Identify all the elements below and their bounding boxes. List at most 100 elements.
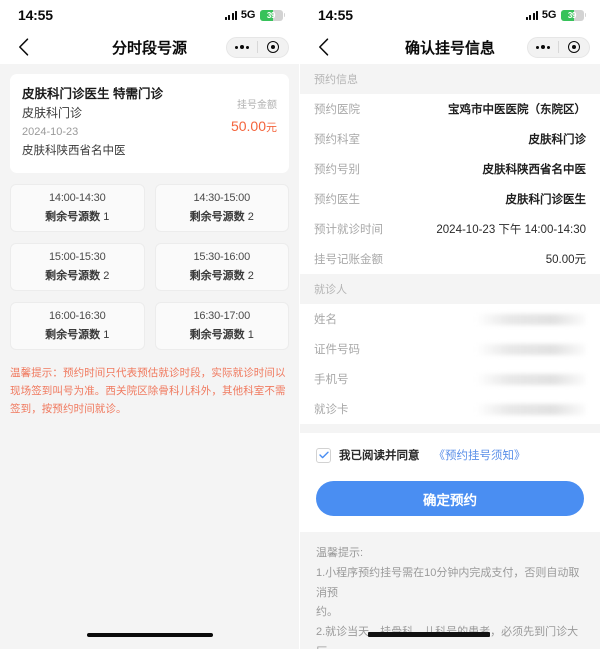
status-clock: 14:55 (318, 7, 353, 23)
info-row: 预约医院 宝鸡市中医医院（东院区） (314, 94, 586, 124)
slot-remaining-label: 剩余号源数 (189, 269, 245, 282)
info-row: 挂号记账金额 50.00元 (314, 244, 586, 274)
info-row-value: 50.00元 (545, 254, 586, 266)
home-indicator-bar (86, 633, 213, 637)
time-slot-grid: 14:00-14:30 剩余号源数 1 14:30-15:00 剩余号源数 2 … (10, 183, 289, 350)
target-circle-icon[interactable] (258, 41, 288, 53)
info-row-label: 预约号别 (314, 164, 360, 176)
battery-percent-label: 39 (567, 10, 577, 20)
status-bar-right: 14:55 5G 39 (300, 0, 600, 30)
fee-block: 挂号金额 50.00元 (199, 85, 277, 161)
bottom-tips-block: 温馨提示: 1.小程序预约挂号需在10分钟内完成支付，否则自动取消预 约。 2.… (300, 532, 600, 649)
home-indicator-area (0, 621, 299, 649)
info-row-label: 预约医生 (314, 194, 360, 206)
patient-row-label: 手机号 (314, 374, 349, 386)
info-row-value: 皮肤科陕西省名中医 (482, 164, 587, 176)
dual-screenshot-container: 14:55 5G 39 分时段号源 皮肤科门诊医生 特需门诊 皮肤科门诊 202… (0, 0, 600, 649)
patient-info-list: 姓名 证件号码 手机号 就诊卡 (300, 304, 600, 424)
patient-row-value (476, 403, 586, 415)
more-dots-icon[interactable] (227, 45, 257, 49)
time-slot-item[interactable]: 15:30-16:00 剩余号源数 2 (154, 242, 289, 291)
network-type-label: 5G (240, 9, 256, 21)
time-slot-item[interactable]: 14:00-14:30 剩余号源数 1 (10, 183, 145, 232)
back-button[interactable] (10, 34, 36, 60)
info-row-label: 预约科室 (314, 134, 360, 146)
appointment-info-list: 预约医院 宝鸡市中医医院（东院区） 预约科室 皮肤科门诊 预约号别 皮肤科陕西省… (300, 94, 600, 274)
agreement-block: 我已阅读并同意 《预约挂号须知》 (300, 433, 600, 469)
redaction-bar (368, 632, 490, 638)
status-indicators: 5G 39 (526, 9, 586, 21)
slot-time-range: 16:30-17:00 (193, 309, 251, 322)
department-name: 皮肤科门诊 (22, 106, 83, 121)
miniprogram-capsule (527, 36, 590, 58)
tips-line-2: 2.就诊当天，挂骨科、儿科号的患者，必须先到门诊大厅 (316, 623, 584, 649)
info-row-value: 皮肤科门诊医生 (505, 194, 587, 206)
appointment-date: 2024-10-23 (22, 125, 79, 138)
slot-remaining-count: 1 (103, 210, 110, 223)
info-row-value: 宝鸡市中医医院（东院区） (448, 104, 586, 116)
slot-remaining-count: 2 (103, 269, 110, 282)
info-row-label: 预计就诊时间 (314, 224, 383, 236)
slot-remaining: 剩余号源数 2 (190, 208, 254, 224)
tips-line-2-text: 2.就诊当天，挂骨科、儿科号的患者，必须先到门诊大厅 (316, 626, 578, 649)
patient-row-label: 证件号码 (314, 344, 360, 356)
info-row: 预约科室 皮肤科门诊 (314, 124, 586, 154)
signal-bars-icon (526, 10, 538, 20)
battery-icon: 39 (259, 9, 285, 21)
patient-row-label: 姓名 (314, 314, 337, 326)
info-row-label: 挂号记账金额 (314, 254, 383, 266)
section-gap (300, 424, 600, 433)
signal-bars-icon (225, 10, 237, 20)
slot-remaining: 剩余号源数 1 (45, 208, 109, 224)
agreement-text: 我已阅读并同意 (339, 450, 420, 462)
right-phone-screen: 14:55 5G 39 确认挂号信息 预约信息 预约医院 宝鸡市中医医院（东院区… (300, 0, 600, 649)
info-row-label: 预约医院 (314, 104, 360, 116)
patient-row[interactable]: 证件号码 (314, 334, 586, 364)
slot-remaining-label: 剩余号源数 (45, 328, 101, 341)
patient-row[interactable]: 就诊卡 (314, 394, 586, 424)
patient-row[interactable]: 姓名 (314, 304, 586, 334)
tips-line-1-cont: 约。 (316, 606, 338, 619)
slot-remaining: 剩余号源数 2 (190, 267, 254, 283)
miniprogram-capsule (226, 36, 289, 58)
agreement-checkbox[interactable] (316, 447, 331, 463)
battery-percent-label: 39 (266, 10, 276, 20)
slot-remaining-count: 1 (103, 328, 110, 341)
patient-row-value (476, 343, 586, 355)
slot-time-range: 16:00-16:30 (48, 309, 106, 322)
slot-time-range: 15:00-15:30 (48, 250, 106, 263)
time-slot-item[interactable]: 15:00-15:30 剩余号源数 2 (10, 242, 145, 291)
patient-row-value (476, 373, 586, 385)
summary-details: 皮肤科门诊医生 特需门诊 皮肤科门诊 2024-10-23 皮肤科陕西省名中医 (22, 85, 199, 161)
patient-section-heading: 就诊人 (300, 274, 600, 304)
time-slot-item[interactable]: 16:00-16:30 剩余号源数 1 (10, 301, 145, 350)
status-indicators: 5G 39 (225, 9, 285, 21)
slot-remaining-label: 剩余号源数 (189, 210, 245, 223)
back-button[interactable] (310, 34, 336, 60)
confirm-button-wrap: 确定预约 (300, 469, 600, 532)
warning-tip-text: 温馨提示：预约时间只代表预估就诊时段，实际就诊时间以现场签到叫号为准。西关院区除… (10, 366, 286, 415)
confirm-appointment-button[interactable]: 确定预约 (316, 481, 584, 516)
chevron-left-icon (318, 38, 328, 56)
time-slot-item[interactable]: 16:30-17:00 剩余号源数 1 (154, 301, 289, 350)
slot-remaining-label: 剩余号源数 (189, 328, 245, 341)
agreement-link[interactable]: 《预约挂号须知》 (434, 447, 526, 463)
appointment-section-heading: 预约信息 (300, 64, 600, 94)
patient-row[interactable]: 手机号 (314, 364, 586, 394)
more-dots-icon[interactable] (528, 45, 558, 49)
info-row: 预约医生 皮肤科门诊医生 (314, 184, 586, 214)
time-slot-item[interactable]: 14:30-15:00 剩余号源数 2 (154, 183, 289, 232)
nav-bar-left: 分时段号源 (0, 30, 299, 64)
network-type-label: 5G (541, 9, 557, 21)
info-row-value: 皮肤科门诊 (528, 134, 587, 146)
slot-remaining-count: 2 (247, 269, 254, 282)
battery-icon: 39 (560, 9, 586, 21)
slot-time-range: 14:00-14:30 (48, 191, 106, 204)
chevron-left-icon (18, 38, 28, 56)
fee-amount: 50.00元 (199, 118, 277, 135)
slot-remaining: 剩余号源数 1 (45, 326, 109, 342)
check-mark-icon (318, 451, 329, 459)
target-circle-icon[interactable] (559, 41, 589, 53)
slot-time-range: 14:30-15:00 (193, 191, 251, 204)
left-page-content: 皮肤科门诊医生 特需门诊 皮肤科门诊 2024-10-23 皮肤科陕西省名中医 … (0, 64, 299, 649)
